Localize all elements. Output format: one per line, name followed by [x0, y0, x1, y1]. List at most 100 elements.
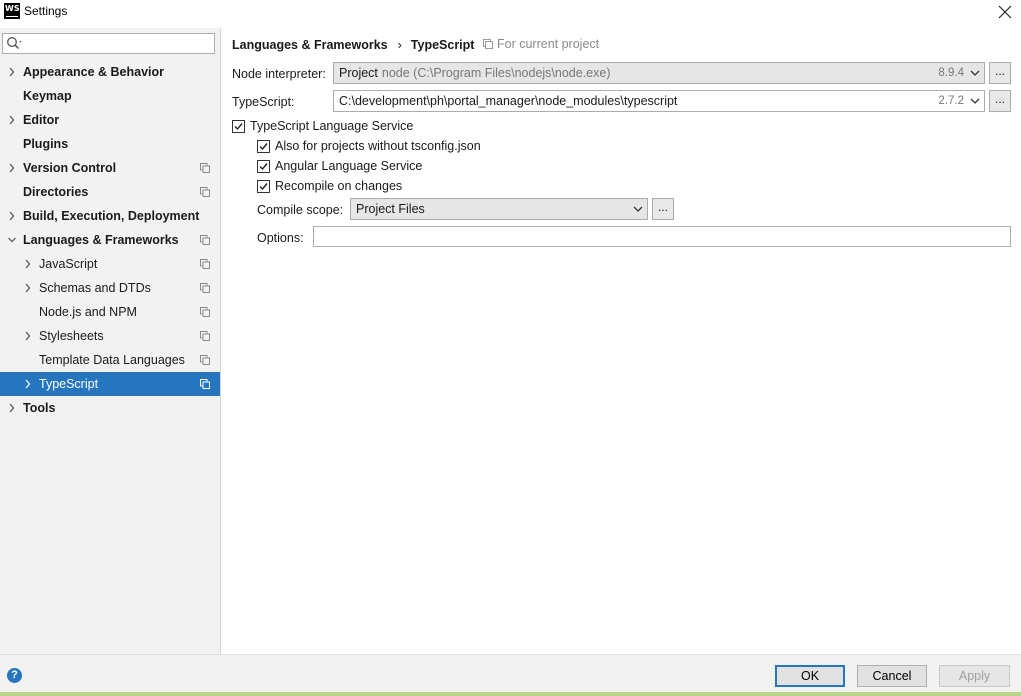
checkbox-box[interactable] — [257, 179, 270, 193]
compile-scope-select[interactable]: Project Files — [350, 198, 648, 220]
sidebar-item[interactable]: Schemas and DTDs — [0, 276, 220, 300]
node-interpreter-version: 8.9.4 — [938, 67, 964, 79]
node-interpreter-browse-button[interactable]: ... — [989, 62, 1011, 84]
breadcrumb-separator: › — [397, 38, 402, 52]
dialog-button-bar: ? OK Cancel Apply — [0, 654, 1021, 692]
project-scope-icon — [200, 163, 210, 173]
cancel-button[interactable]: Cancel — [857, 665, 927, 687]
sidebar-item-label: Template Data Languages — [39, 353, 185, 367]
sidebar-item[interactable]: Editor — [0, 108, 220, 132]
node-interpreter-path: node (C:\Program Files\nodejs\node.exe) — [381, 66, 611, 80]
search-input[interactable] — [25, 35, 212, 52]
search-box[interactable] — [2, 33, 215, 54]
chevron-right-icon[interactable] — [8, 67, 16, 77]
project-scope-icon — [200, 379, 210, 389]
sidebar-item-label: Stylesheets — [39, 329, 104, 343]
breadcrumb-current: TypeScript — [410, 38, 475, 52]
breadcrumb-parent: Languages & Frameworks — [232, 38, 388, 52]
sidebar-item[interactable]: Build, Execution, Deployment — [0, 204, 220, 228]
status-strip — [0, 692, 1021, 696]
settings-tree: Appearance & Behavior Keymap Editor Plugins… — [0, 60, 220, 420]
node-interpreter-label: Node interpreter: — [232, 67, 326, 81]
apply-button[interactable]: Apply — [939, 665, 1010, 687]
checkmark-icon — [259, 162, 268, 170]
chevron-down-icon[interactable] — [8, 235, 16, 245]
sidebar-item[interactable]: Tools — [0, 396, 220, 420]
sidebar-item-label: Version Control — [23, 161, 117, 175]
window-title: Settings — [24, 4, 68, 18]
project-scope-icon — [200, 235, 210, 245]
scope-note-text: For current project — [497, 37, 600, 51]
typescript-browse-button[interactable]: ... — [989, 90, 1011, 112]
checkbox-label: Angular Language Service — [275, 159, 423, 173]
sidebar-item[interactable]: Languages & Frameworks — [0, 228, 220, 252]
sidebar-item-label: Languages & Frameworks — [23, 233, 179, 247]
typescript-version: 2.7.2 — [938, 95, 964, 107]
sidebar-item-label: Build, Execution, Deployment — [23, 209, 200, 223]
sidebar-item[interactable]: Keymap — [0, 84, 220, 108]
sidebar-item[interactable]: Stylesheets — [0, 324, 220, 348]
typescript-language-service-checkbox[interactable]: TypeScript Language Service — [232, 118, 413, 134]
project-scope-icon — [200, 187, 210, 197]
sidebar-item-label: Tools — [23, 401, 56, 415]
sidebar-item[interactable]: Plugins — [0, 132, 220, 156]
checkbox-label: Also for projects without tsconfig.json — [275, 139, 481, 153]
ok-button[interactable]: OK — [775, 665, 845, 687]
sidebar-item-label: Node.js and NPM — [39, 305, 137, 319]
checkmark-icon — [234, 122, 243, 130]
search-icon — [7, 37, 22, 50]
scope-note: For current project — [483, 37, 599, 51]
project-scope-icon — [200, 259, 210, 269]
also-without-tsconfig-checkbox[interactable]: Also for projects without tsconfig.json — [257, 138, 481, 154]
chevron-down-icon — [970, 98, 980, 104]
options-label: Options: — [257, 231, 304, 245]
sidebar-item[interactable]: Directories — [0, 180, 220, 204]
sidebar-item[interactable]: Node.js and NPM — [0, 300, 220, 324]
checkmark-icon — [259, 182, 268, 190]
project-scope-icon — [200, 307, 210, 317]
chevron-right-icon[interactable] — [24, 283, 32, 293]
chevron-right-icon[interactable] — [8, 211, 16, 221]
sidebar-item[interactable]: TypeScript — [0, 372, 220, 396]
title-bar: WS Settings — [0, 0, 1021, 24]
chevron-down-icon — [970, 70, 980, 76]
breadcrumb: Languages & Frameworks › TypeScript — [232, 37, 474, 53]
sidebar-item-label: Keymap — [23, 89, 72, 103]
sidebar-item[interactable]: JavaScript — [0, 252, 220, 276]
chevron-right-icon[interactable] — [24, 379, 32, 389]
chevron-right-icon[interactable] — [24, 331, 32, 341]
sidebar-item[interactable]: Version Control — [0, 156, 220, 180]
typescript-path: C:\development\ph\portal_manager\node_mo… — [339, 94, 678, 108]
typescript-path-combo[interactable]: C:\development\ph\portal_manager\node_mo… — [333, 90, 985, 112]
sidebar-item-label: Directories — [23, 185, 89, 199]
chevron-right-icon[interactable] — [8, 115, 16, 125]
chevron-right-icon[interactable] — [8, 403, 16, 413]
sidebar-item-label: Editor — [23, 113, 60, 127]
checkbox-box[interactable] — [257, 159, 270, 173]
recompile-on-changes-checkbox[interactable]: Recompile on changes — [257, 178, 402, 194]
checkbox-box[interactable] — [257, 139, 270, 153]
checkbox-label: TypeScript Language Service — [250, 119, 414, 133]
project-scope-icon — [200, 331, 210, 341]
typescript-label: TypeScript: — [232, 95, 295, 109]
compile-scope-browse-button[interactable]: ... — [652, 198, 674, 220]
sidebar-item[interactable]: Template Data Languages — [0, 348, 220, 372]
sidebar-item-label: Schemas and DTDs — [39, 281, 151, 295]
help-icon[interactable]: ? — [7, 668, 22, 683]
webstorm-logo-icon: WS — [4, 3, 20, 19]
node-interpreter-kind: Project — [339, 66, 378, 80]
chevron-right-icon[interactable] — [8, 163, 16, 173]
sidebar-item-label: TypeScript — [39, 377, 99, 391]
chevron-right-icon[interactable] — [24, 259, 32, 269]
settings-sidebar: Appearance & Behavior Keymap Editor Plugins… — [0, 28, 221, 654]
project-scope-icon — [200, 283, 210, 293]
sidebar-item[interactable]: Appearance & Behavior — [0, 60, 220, 84]
options-input[interactable] — [313, 226, 1011, 247]
checkbox-box[interactable] — [232, 119, 245, 133]
close-icon[interactable] — [995, 2, 1015, 22]
angular-language-service-checkbox[interactable]: Angular Language Service — [257, 158, 422, 174]
node-interpreter-combo[interactable]: Project node (C:\Program Files\nodejs\nod… — [333, 62, 985, 84]
compile-scope-label: Compile scope: — [257, 203, 344, 217]
sidebar-item-label: Plugins — [23, 137, 69, 151]
project-scope-icon — [200, 355, 210, 365]
